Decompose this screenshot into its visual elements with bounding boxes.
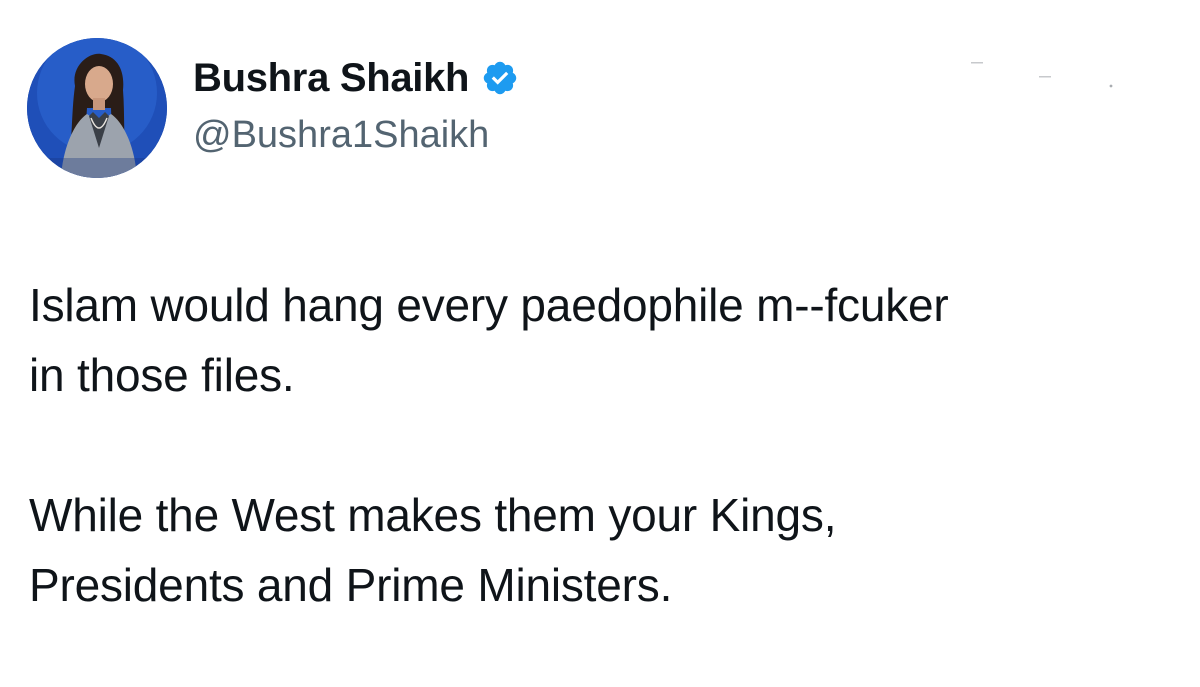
author-info: Bushra Shaikh @Bushra1Shaikh	[193, 52, 519, 157]
tweet-body: Islam would hang every paedophile m--fcu…	[29, 270, 1119, 620]
tweet-text-line: Islam would hang every paedophile m--fcu…	[29, 279, 949, 331]
tweet-text-line: While the West makes them your Kings,	[29, 489, 837, 541]
handle[interactable]: @Bushra1Shaikh	[193, 114, 519, 157]
display-name[interactable]: Bushra Shaikh	[193, 56, 469, 101]
tweet-card: Bushra Shaikh @Bushra1Shaikh Islam would…	[0, 0, 1200, 687]
tweet-text-line: Presidents and Prime Ministers.	[29, 559, 673, 611]
verified-badge-icon	[483, 61, 517, 95]
more-options-icon[interactable]	[965, 62, 1135, 92]
avatar[interactable]	[27, 38, 167, 178]
profile-photo-icon	[27, 38, 167, 178]
tweet-text-line: in those files.	[29, 349, 295, 401]
name-row: Bushra Shaikh	[193, 52, 519, 104]
